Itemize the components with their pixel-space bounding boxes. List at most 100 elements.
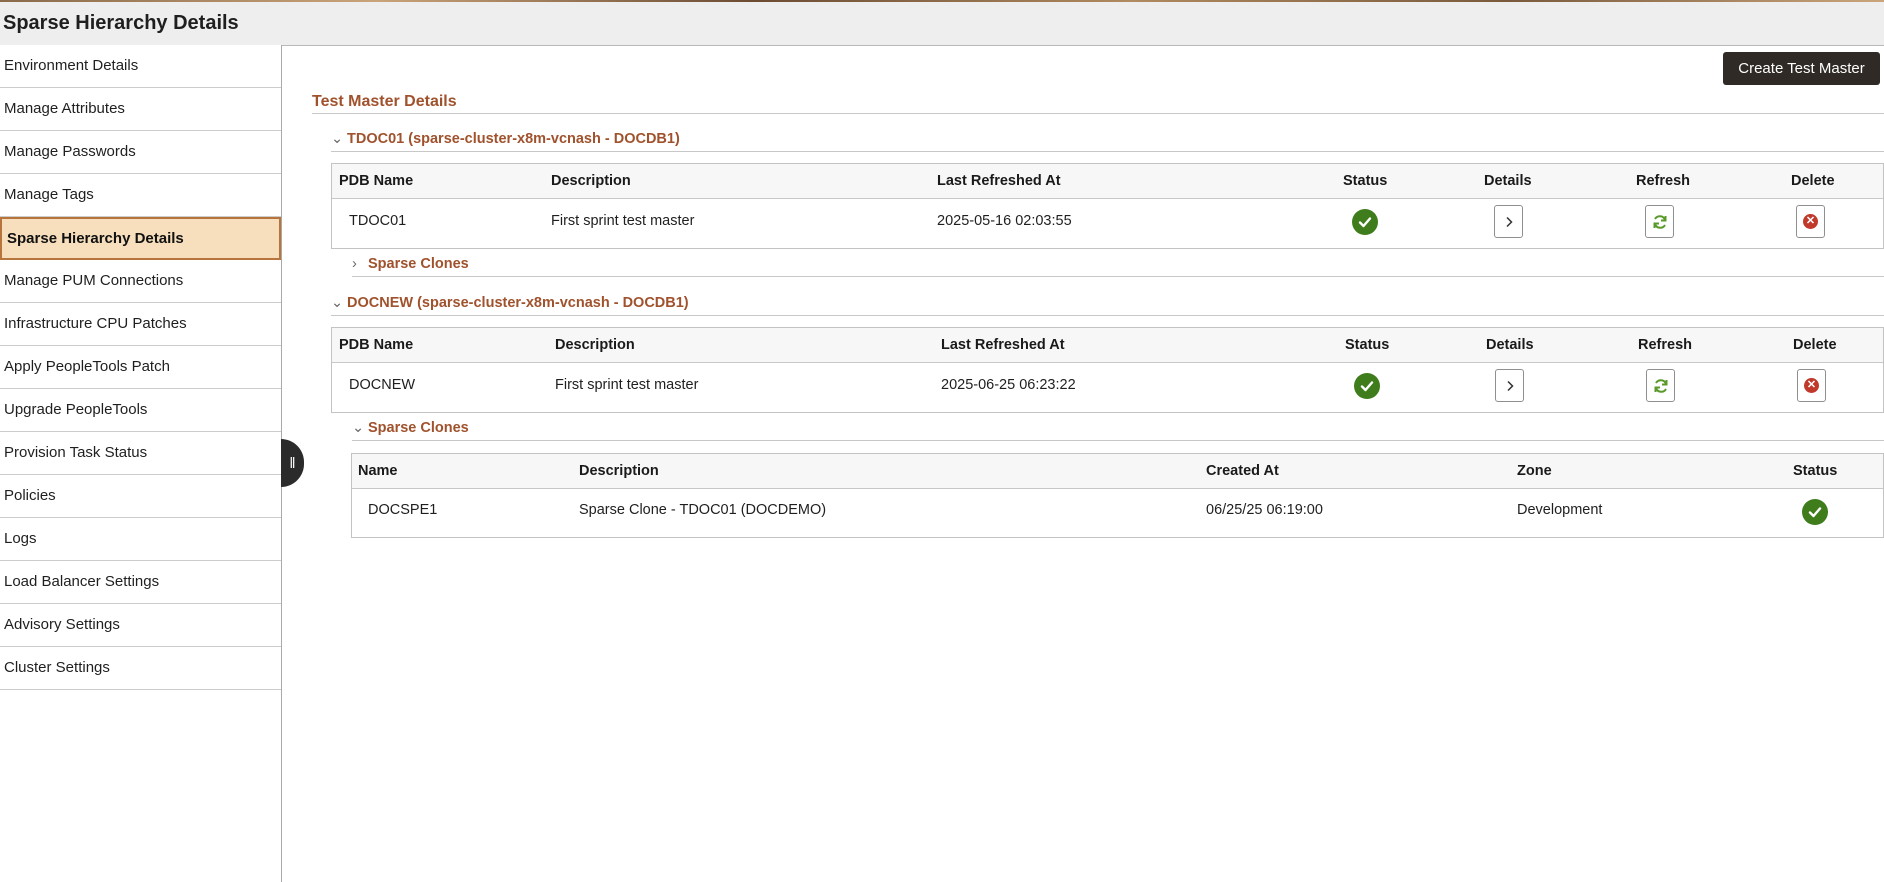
refresh-button[interactable] (1645, 205, 1674, 238)
x-circle-icon: ✕ (1804, 378, 1819, 393)
pdb-name-cell: DOCNEW (349, 377, 416, 393)
column-header-last-refreshed: Last Refreshed At (941, 337, 1065, 353)
sidebar-item-label: Provision Task Status (4, 444, 148, 461)
test-master-table-docnew: PDB Name Description Last Refreshed At S… (331, 327, 1884, 413)
check-circle-icon (1352, 209, 1378, 235)
sidebar-item-label: Environment Details (4, 57, 139, 74)
group-header-docnew[interactable]: ⌄ DOCNEW (sparse-cluster-x8m-vcnash - DOC… (331, 295, 689, 311)
group-header-tdoc01[interactable]: ⌄ TDOC01 (sparse-cluster-x8m-vcnash - DOC… (331, 131, 680, 147)
refresh-button[interactable] (1646, 369, 1675, 402)
sidebar-item-label: Apply PeopleTools Patch (4, 358, 170, 375)
chevron-right-icon (1505, 216, 1513, 227)
sidebar-item-manage-pum-connections[interactable]: Manage PUM Connections (0, 260, 281, 303)
sidebar-item-label: Manage PUM Connections (4, 272, 184, 289)
clone-name-cell: DOCSPE1 (368, 502, 438, 518)
sidebar-item-label: Cluster Settings (4, 659, 110, 676)
last-refreshed-cell: 2025-06-25 06:23:22 (941, 377, 1076, 393)
sidebar-item-manage-attributes[interactable]: Manage Attributes (0, 88, 281, 131)
clone-created-at-cell: 06/25/25 06:19:00 (1206, 502, 1323, 518)
page-header: Sparse Hierarchy Details (0, 2, 1884, 46)
sidebar-item-label: Manage Tags (4, 186, 94, 203)
delete-button[interactable]: ✕ (1796, 205, 1825, 238)
clone-description-cell: Sparse Clone - TDOC01 (DOCDEMO) (579, 502, 827, 518)
column-header-status: Status (1345, 337, 1390, 353)
sidebar-item-label: Manage Attributes (4, 100, 125, 117)
column-header-last-refreshed: Last Refreshed At (937, 173, 1061, 189)
sidebar-item-policies[interactable]: Policies (0, 475, 281, 518)
chevron-down-icon: ⌄ (331, 295, 344, 311)
description-cell: First sprint test master (551, 213, 695, 229)
column-header-zone: Zone (1517, 463, 1552, 479)
test-master-table-tdoc01: PDB Name Description Last Refreshed At S… (331, 163, 1884, 249)
sidebar-item-provision-task-status[interactable]: Provision Task Status (0, 432, 281, 475)
column-header-created-at: Created At (1206, 463, 1279, 479)
column-header-refresh: Refresh (1638, 337, 1692, 353)
column-header-pdb-name: PDB Name (339, 337, 414, 353)
delete-button[interactable]: ✕ (1797, 369, 1826, 402)
sidebar-item-advisory-settings[interactable]: Advisory Settings (0, 604, 281, 647)
table-header: PDB Name Description Last Refreshed At S… (332, 164, 1883, 199)
column-header-description: Description (551, 173, 631, 189)
column-header-delete: Delete (1791, 173, 1835, 189)
column-header-status: Status (1793, 463, 1838, 479)
sparse-clones-label: Sparse Clones (368, 420, 469, 436)
column-header-pdb-name: PDB Name (339, 173, 414, 189)
table-header: Name Description Created At Zone Status (352, 454, 1883, 489)
sidebar-item-label: Infrastructure CPU Patches (4, 315, 187, 332)
table-header: PDB Name Description Last Refreshed At S… (332, 328, 1883, 363)
column-header-description: Description (579, 463, 659, 479)
details-button[interactable] (1495, 369, 1524, 402)
chevron-right-icon: › (352, 256, 357, 272)
sparse-clones-table-docnew: Name Description Created At Zone Status … (351, 453, 1884, 538)
sidebar-item-label: Policies (4, 487, 56, 504)
description-cell: First sprint test master (555, 377, 699, 393)
column-header-refresh: Refresh (1636, 173, 1690, 189)
refresh-icon (1653, 214, 1666, 229)
sidebar-collapse-handle[interactable]: ‖ (281, 439, 304, 487)
sidebar-item-environment-details[interactable]: Environment Details (0, 45, 281, 88)
section-title: Test Master Details (312, 93, 457, 110)
clone-zone-cell: Development (1517, 502, 1603, 518)
sidebar-item-load-balancer-settings[interactable]: Load Balancer Settings (0, 561, 281, 604)
refresh-icon (1654, 378, 1667, 393)
sidebar-item-label: Advisory Settings (4, 616, 120, 633)
chevron-down-icon: ⌄ (331, 131, 344, 147)
sidebar-item-label: Sparse Hierarchy Details (7, 230, 184, 247)
chevron-down-icon: ⌄ (352, 420, 365, 436)
sparse-clones-toggle-tdoc01[interactable]: › Sparse Clones (352, 256, 469, 272)
group-divider (331, 151, 1884, 152)
column-header-status: Status (1343, 173, 1388, 189)
details-button[interactable] (1494, 205, 1523, 238)
sidebar-item-upgrade-peopletools[interactable]: Upgrade PeopleTools (0, 389, 281, 432)
last-refreshed-cell: 2025-05-16 02:03:55 (937, 213, 1072, 229)
chevron-right-icon (1506, 380, 1514, 391)
sidebar-item-manage-passwords[interactable]: Manage Passwords (0, 131, 281, 174)
collapse-handle-icon: ‖ (289, 454, 296, 472)
sparse-clones-label: Sparse Clones (368, 256, 469, 272)
sidebar: Environment Details Manage Attributes Ma… (0, 45, 282, 882)
column-header-details: Details (1484, 173, 1532, 189)
sidebar-item-apply-peopletools-patch[interactable]: Apply PeopleTools Patch (0, 346, 281, 389)
clones-divider (352, 276, 1884, 277)
clones-divider (352, 440, 1884, 441)
group-divider (331, 315, 1884, 316)
sidebar-item-sparse-hierarchy-details[interactable]: Sparse Hierarchy Details (0, 217, 281, 260)
sidebar-item-manage-tags[interactable]: Manage Tags (0, 174, 281, 217)
create-test-master-button[interactable]: Create Test Master (1723, 52, 1880, 85)
x-circle-icon: ✕ (1803, 214, 1818, 229)
check-circle-icon (1802, 499, 1828, 525)
section-divider (312, 113, 1884, 114)
sidebar-item-cluster-settings[interactable]: Cluster Settings (0, 647, 281, 690)
sidebar-item-label: Logs (4, 530, 37, 547)
pdb-name-cell: TDOC01 (349, 213, 407, 229)
column-header-details: Details (1486, 337, 1534, 353)
check-circle-icon (1354, 373, 1380, 399)
group-header-label: DOCNEW (sparse-cluster-x8m-vcnash - DOCD… (347, 295, 689, 311)
sidebar-item-infrastructure-cpu-patches[interactable]: Infrastructure CPU Patches (0, 303, 281, 346)
page-title: Sparse Hierarchy Details (3, 12, 239, 34)
column-header-description: Description (555, 337, 635, 353)
sparse-clones-toggle-docnew[interactable]: ⌄ Sparse Clones (352, 420, 469, 436)
sidebar-item-logs[interactable]: Logs (0, 518, 281, 561)
column-header-delete: Delete (1793, 337, 1837, 353)
sidebar-item-label: Upgrade PeopleTools (4, 401, 148, 418)
